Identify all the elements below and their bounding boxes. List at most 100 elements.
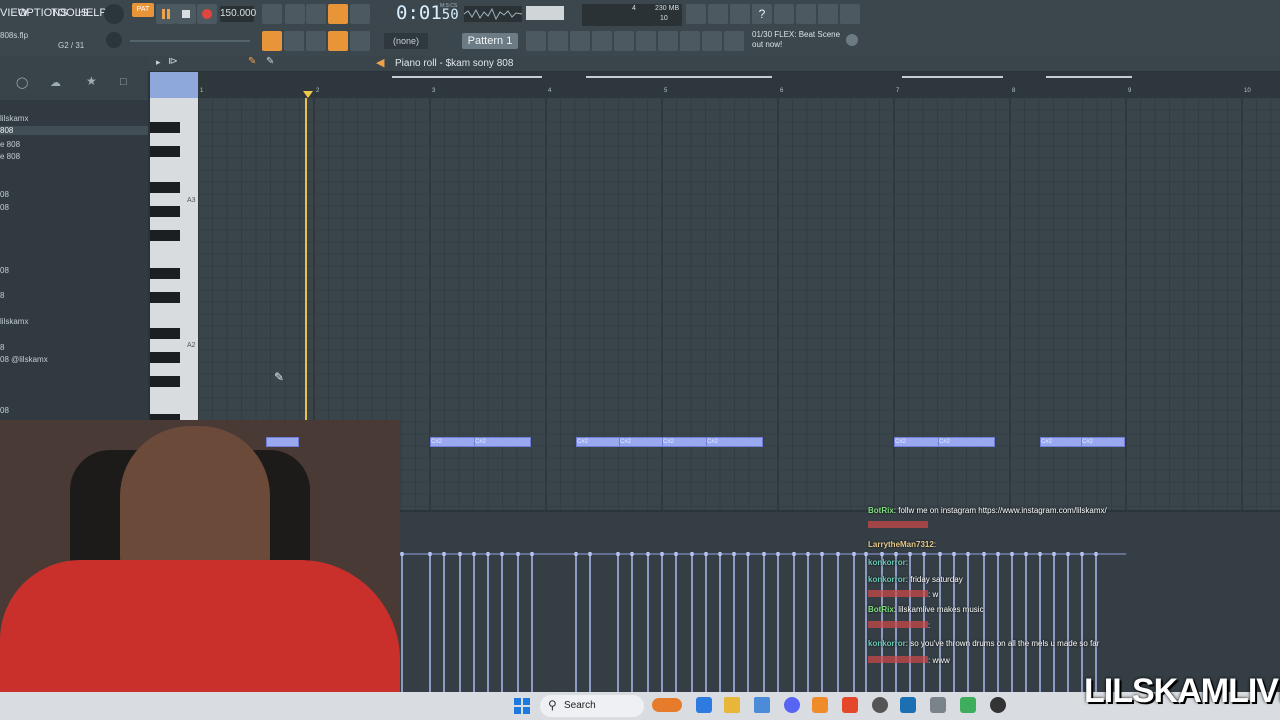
position-slider[interactable] [130, 40, 250, 42]
black-key[interactable] [150, 328, 180, 339]
typing-keyboard-button[interactable] [262, 4, 282, 24]
piano-roll-view-button[interactable] [262, 31, 282, 51]
browser-item[interactable]: 8 [0, 291, 4, 300]
master-volume-knob[interactable] [104, 4, 124, 24]
browser-item[interactable]: 08 [0, 406, 9, 415]
touch-keyboard-icon[interactable] [680, 31, 700, 51]
steam-icon[interactable] [900, 697, 916, 713]
snap-selector[interactable]: (none) [384, 33, 428, 49]
arrow-icon[interactable] [284, 31, 304, 51]
fl-studio-icon[interactable] [812, 697, 828, 713]
brush-tool-icon[interactable]: ✎ [266, 56, 274, 67]
midi-note[interactable]: C#2 [474, 437, 531, 447]
plugin-picker-icon[interactable] [614, 31, 634, 51]
browser-item[interactable]: e 808 [0, 152, 20, 161]
stamp-icon[interactable] [350, 31, 370, 51]
pencil-tool-icon[interactable]: ✎ [248, 56, 256, 67]
play-button[interactable] [156, 4, 176, 24]
help-icon[interactable]: ? [752, 4, 772, 24]
browser-item[interactable]: 8 [0, 343, 4, 352]
black-key[interactable] [150, 206, 180, 217]
black-key[interactable] [150, 230, 180, 241]
browser-item[interactable]: 08 [0, 266, 9, 275]
channel-rack-icon[interactable] [570, 31, 590, 51]
midi-note[interactable]: C#2 [1040, 437, 1083, 447]
speaker-icon[interactable]: ◀ [376, 56, 384, 69]
black-key[interactable] [150, 268, 180, 279]
save-icon[interactable] [774, 4, 794, 24]
browser-item[interactable]: lilskamx [0, 317, 28, 326]
black-key[interactable] [150, 182, 180, 193]
pat-song-toggle[interactable]: PAT [132, 3, 154, 17]
brave-icon[interactable] [842, 697, 858, 713]
metronome-button[interactable] [328, 4, 348, 24]
playlist-icon[interactable] [526, 31, 546, 51]
tools-icon[interactable] [708, 4, 728, 24]
browser-item[interactable]: 08 @lilskamx [0, 355, 48, 364]
file-explorer-icon[interactable] [724, 697, 740, 713]
black-key[interactable] [150, 122, 180, 133]
app-icon[interactable] [930, 697, 946, 713]
black-key[interactable] [150, 292, 180, 303]
cloud-icon[interactable]: ☁ [50, 76, 61, 89]
magnet-icon[interactable]: ⧐ [168, 56, 178, 67]
timeline-ruler[interactable]: 1 2 3 4 5 6 7 8 9 10 [150, 72, 1280, 98]
browser-icon[interactable] [636, 31, 656, 51]
discord-icon[interactable] [784, 697, 800, 713]
browser-item[interactable]: lilskamx [0, 114, 28, 123]
chat-icon[interactable] [818, 4, 838, 24]
midi-note[interactable]: C#2 [576, 437, 621, 447]
record-button[interactable] [197, 4, 217, 24]
browser-item[interactable]: 808 [0, 126, 148, 135]
step-edit-button[interactable] [285, 4, 305, 24]
piano-roll-icon[interactable] [548, 31, 568, 51]
midi-note[interactable]: C#2 [430, 437, 477, 447]
midi-note[interactable]: C#2 [1081, 437, 1125, 447]
mixer-view-icon[interactable] [592, 31, 612, 51]
store-icon[interactable] [754, 697, 770, 713]
browser-item[interactable]: 08 [0, 203, 9, 212]
game-icon[interactable] [960, 697, 976, 713]
knob[interactable] [106, 32, 122, 48]
obs-icon[interactable] [872, 697, 888, 713]
news-icon[interactable] [724, 31, 744, 51]
pattern-selector[interactable]: Pattern 1 [462, 33, 518, 49]
browser-refresh-icon[interactable]: ◯ [16, 76, 28, 89]
microphone-icon[interactable] [730, 4, 750, 24]
midi-note[interactable]: C#2 [938, 437, 995, 447]
pencil-icon[interactable] [306, 31, 326, 51]
windows-start-icon[interactable] [514, 698, 530, 714]
blend-notes-button[interactable] [306, 4, 326, 24]
folder-icon[interactable]: □ [120, 76, 127, 88]
taskbar-search[interactable]: ⚲ Search [540, 695, 644, 717]
menu-arrow-icon[interactable]: ▸ [156, 57, 161, 68]
paw-icon[interactable] [702, 31, 722, 51]
midi-note[interactable]: C#2 [706, 437, 763, 447]
star-icon[interactable]: ★ [86, 74, 97, 88]
undo-icon[interactable] [686, 4, 706, 24]
browser-item[interactable]: 08 [0, 190, 9, 199]
link-icon[interactable] [328, 31, 348, 51]
4k-app-icon[interactable] [990, 697, 1006, 713]
black-key[interactable] [150, 146, 180, 157]
playhead-marker[interactable] [303, 91, 313, 98]
midi-note[interactable]: C#2 [894, 437, 939, 447]
master-pitch-slider[interactable] [526, 6, 564, 20]
stop-button[interactable] [176, 4, 196, 24]
tempo-display[interactable]: 150.000 [220, 6, 256, 22]
download-icon[interactable] [840, 4, 860, 24]
settings-icon[interactable] [846, 34, 858, 46]
black-key[interactable] [150, 352, 180, 363]
mixer-icon[interactable] [796, 4, 816, 24]
midi-note[interactable]: C#2 [662, 437, 707, 447]
news-panel[interactable]: 01/30 FLEX: Beat Scene out now! [752, 30, 840, 50]
wait-for-input-button[interactable] [350, 4, 370, 24]
midi-note[interactable]: C#2 [619, 437, 663, 447]
browser-item[interactable]: e 808 [0, 140, 20, 149]
plugin-icon[interactable] [658, 31, 678, 51]
black-key[interactable] [150, 376, 180, 387]
copilot-icon[interactable] [696, 697, 712, 713]
widget-icon[interactable] [652, 698, 682, 712]
menu-help[interactable]: HELP [78, 7, 107, 19]
midi-note[interactable] [266, 437, 299, 447]
